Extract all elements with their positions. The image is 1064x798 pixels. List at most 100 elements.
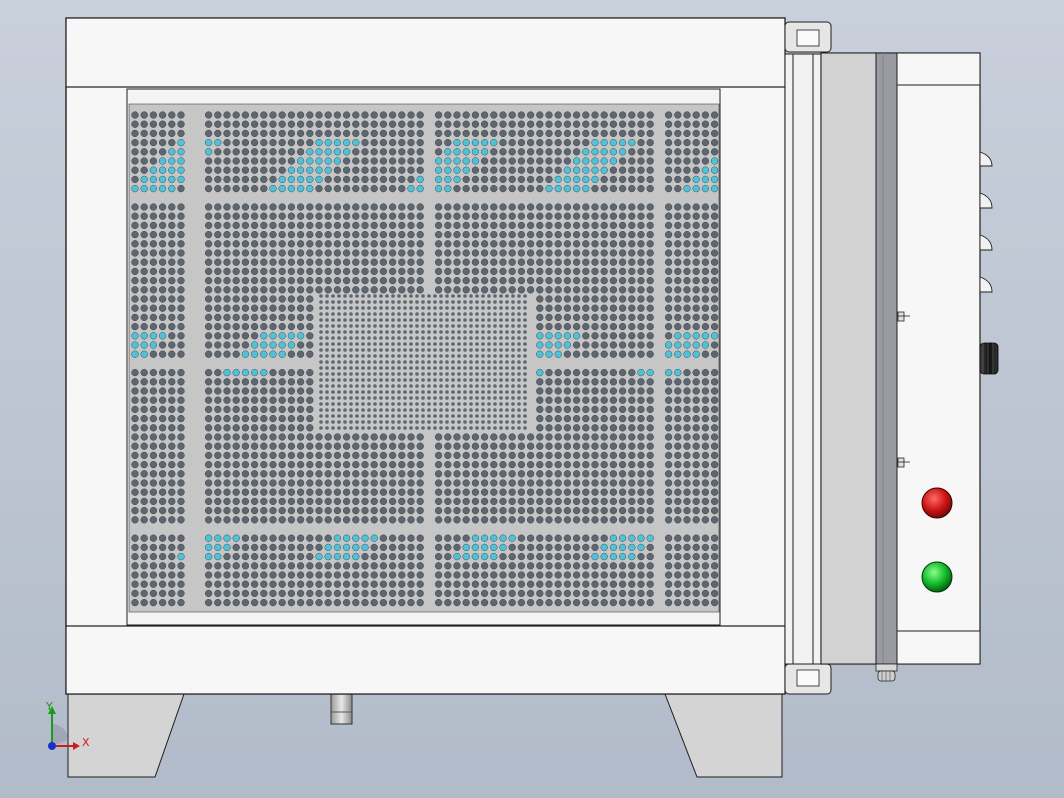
perforation-hole xyxy=(600,442,608,450)
perforation-hole xyxy=(407,157,415,165)
perforation-hole xyxy=(287,433,296,441)
perforation-hole xyxy=(315,580,323,588)
perforation-hole xyxy=(490,580,498,588)
perforation-hole xyxy=(315,277,323,285)
perforation-hole xyxy=(260,571,268,579)
perforation-hole xyxy=(683,562,691,570)
perforation-hole xyxy=(389,497,397,506)
perforation-hole xyxy=(664,470,673,478)
perforation-hole-small xyxy=(337,306,341,310)
perforation-hole-small xyxy=(379,354,383,358)
perforation-hole-small xyxy=(505,306,509,310)
perforation-hole xyxy=(333,534,342,542)
perforation-hole xyxy=(269,295,277,303)
perforation-hole xyxy=(269,461,277,469)
perforation-hole xyxy=(398,433,406,441)
perforation-hole xyxy=(361,258,369,266)
perforation-hole xyxy=(490,277,498,285)
perforation-hole xyxy=(269,139,277,147)
perforation-hole xyxy=(618,516,627,524)
perforation-hole xyxy=(324,451,332,460)
perforation-hole xyxy=(297,120,305,128)
perforation-hole xyxy=(241,185,250,193)
perforation-hole xyxy=(462,571,470,579)
perforation-hole xyxy=(389,543,397,552)
perforation-hole xyxy=(324,267,332,276)
perforation-hole xyxy=(379,120,388,128)
perforation-hole xyxy=(536,580,544,588)
perforation-hole xyxy=(260,148,268,156)
perforation-hole xyxy=(462,589,470,598)
perforation-hole xyxy=(526,571,535,579)
perforation-hole xyxy=(269,120,277,128)
perforation-hole-small xyxy=(487,402,491,406)
perforation-hole xyxy=(168,571,176,579)
perforation-hole-small xyxy=(337,420,341,424)
perforation-hole xyxy=(407,470,415,478)
perforation-hole-small xyxy=(433,378,437,382)
perforation-hole xyxy=(572,221,581,230)
perforation-hole-small xyxy=(499,378,503,382)
perforation-hole xyxy=(710,323,719,331)
perforation-hole xyxy=(692,507,700,515)
perforation-hole-small xyxy=(481,378,485,382)
perforation-hole xyxy=(177,543,185,552)
perforation-hole xyxy=(692,451,700,460)
perforation-hole xyxy=(536,470,544,478)
perforation-hole-small xyxy=(493,312,497,316)
perforation-hole-small xyxy=(475,300,479,304)
perforation-hole xyxy=(159,479,167,487)
perforation-hole xyxy=(223,157,231,165)
perforation-hole-small xyxy=(499,402,503,406)
perforation-hole xyxy=(269,332,277,340)
perforation-hole xyxy=(223,249,231,257)
perforation-hole xyxy=(453,543,461,552)
perforation-hole xyxy=(159,350,167,358)
perforation-hole-small xyxy=(523,312,527,316)
perforation-hole-small xyxy=(397,378,401,382)
perforation-hole xyxy=(637,589,645,598)
perforation-hole xyxy=(416,148,424,156)
perforation-hole-small xyxy=(457,312,461,316)
perforation-hole xyxy=(241,598,250,607)
perforation-hole xyxy=(664,120,673,128)
perforation-hole xyxy=(168,277,176,285)
perforation-hole xyxy=(481,571,489,579)
perforation-hole xyxy=(287,240,296,248)
perforation-hole-small xyxy=(427,420,431,424)
perforation-hole xyxy=(572,442,581,450)
perforation-hole xyxy=(444,488,452,496)
perforation-hole xyxy=(628,120,636,128)
perforation-hole xyxy=(297,304,305,312)
perforation-hole xyxy=(251,562,259,570)
perforation-hole xyxy=(618,267,627,276)
perforation-hole xyxy=(618,304,627,312)
perforation-hole xyxy=(692,552,700,561)
perforation-hole-small xyxy=(505,378,509,382)
perforation-hole xyxy=(481,111,489,119)
perforation-hole xyxy=(389,433,397,441)
perforation-hole-small xyxy=(469,426,473,430)
perforation-hole-small xyxy=(409,408,413,412)
perforation-hole-small xyxy=(331,414,335,418)
perforation-hole xyxy=(177,350,185,358)
perforation-hole xyxy=(177,175,185,184)
perforation-hole xyxy=(646,479,654,487)
perforation-hole xyxy=(618,507,627,515)
perforation-hole xyxy=(297,157,305,165)
perforation-hole-small xyxy=(445,342,449,346)
perforation-hole-small xyxy=(457,402,461,406)
cad-viewport[interactable]: X Y xyxy=(0,0,1064,798)
perforation-hole-small xyxy=(493,360,497,364)
perforation-hole xyxy=(260,424,268,432)
perforation-hole xyxy=(232,562,240,570)
perforation-hole xyxy=(591,507,599,515)
perforation-hole xyxy=(306,231,314,239)
perforation-hole xyxy=(333,543,342,552)
perforation-hole xyxy=(324,111,332,119)
perforation-hole xyxy=(536,378,544,386)
perforation-hole xyxy=(214,323,222,331)
perforation-hole xyxy=(315,258,323,266)
perforation-hole-small xyxy=(325,366,329,370)
perforation-hole xyxy=(664,415,673,423)
